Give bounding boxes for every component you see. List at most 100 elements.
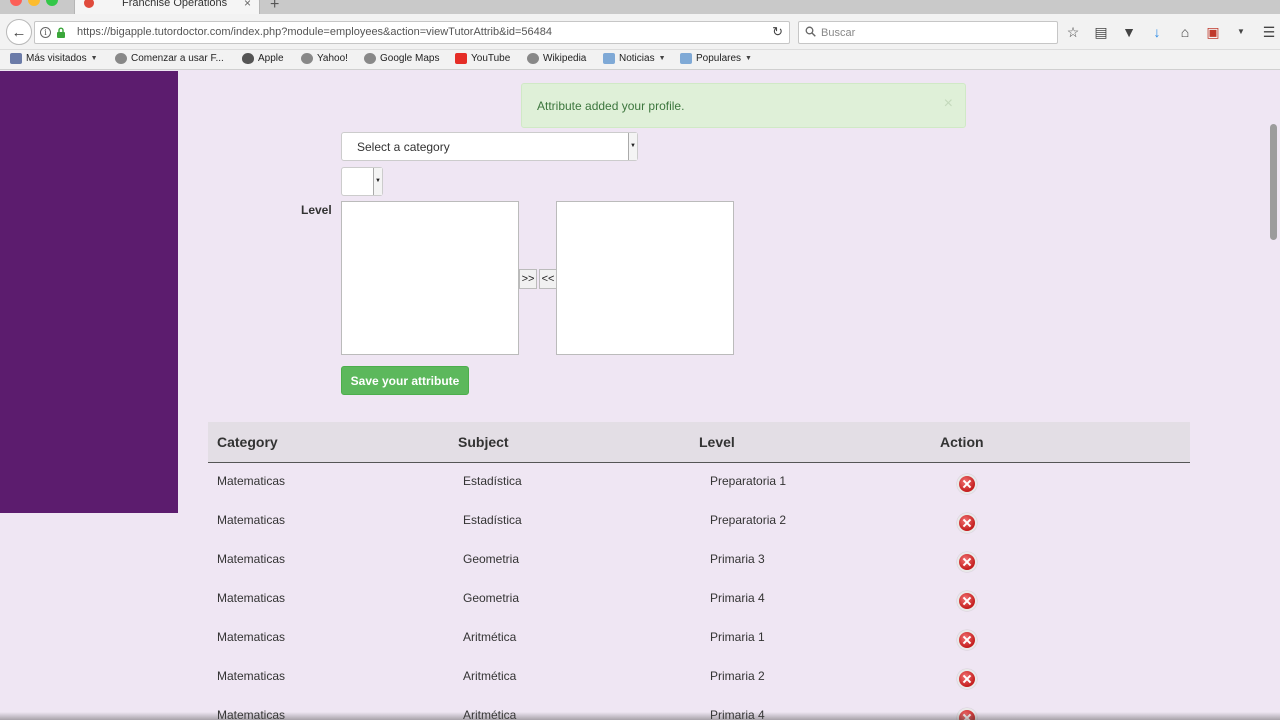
cell-level: Preparatoria 2 bbox=[710, 513, 787, 527]
search-bar[interactable] bbox=[798, 21, 1058, 44]
cell-level: Primaria 3 bbox=[710, 552, 765, 566]
browser-tab[interactable]: Franchise Operations × bbox=[74, 0, 260, 14]
alert-message: Attribute added your profile. bbox=[537, 99, 685, 113]
bookmark-yahoo[interactable]: Yahoo! bbox=[301, 53, 348, 64]
cell-subject: Aritmética bbox=[463, 669, 517, 683]
table-header: Category Subject Level Action bbox=[208, 422, 1190, 463]
tab-bar: Franchise Operations × + bbox=[0, 0, 1280, 14]
tab-title: Franchise Operations bbox=[122, 0, 228, 9]
column-header-action: Action bbox=[940, 434, 984, 450]
globe-icon bbox=[364, 53, 376, 64]
available-levels-listbox[interactable] bbox=[341, 201, 519, 355]
chevron-down-icon: ▼ bbox=[658, 55, 666, 62]
globe-icon bbox=[115, 53, 127, 64]
bookmark-mas-visitados[interactable]: Más visitados ▼ bbox=[10, 53, 98, 64]
table-row: Matematicas Geometria Primaria 3 bbox=[208, 541, 1190, 580]
close-icon[interactable]: × bbox=[944, 95, 953, 113]
delete-icon[interactable] bbox=[957, 630, 977, 650]
table-row: Matematicas Aritmética Primaria 2 bbox=[208, 658, 1190, 697]
success-alert: Attribute added your profile. × bbox=[521, 83, 966, 128]
window-maximize-button[interactable] bbox=[46, 0, 58, 6]
cell-subject: Aritmética bbox=[463, 630, 517, 644]
back-button[interactable]: ← bbox=[6, 19, 32, 45]
delete-icon[interactable] bbox=[957, 591, 977, 611]
window-minimize-button[interactable] bbox=[28, 0, 40, 6]
search-icon bbox=[805, 26, 816, 37]
reload-icon[interactable]: ↻ bbox=[772, 24, 783, 40]
youtube-icon bbox=[455, 53, 467, 64]
extension-dropdown-icon[interactable]: ▼ bbox=[1232, 23, 1250, 41]
chevron-down-icon: ▼ bbox=[745, 55, 752, 62]
sidebar bbox=[0, 71, 178, 513]
bookmark-comenzar[interactable]: Comenzar a usar F... bbox=[115, 53, 224, 64]
new-tab-button[interactable]: + bbox=[270, 0, 279, 14]
cell-subject: Estadística bbox=[463, 513, 522, 527]
back-arrow-icon: ← bbox=[11, 23, 27, 41]
globe-icon bbox=[527, 53, 539, 64]
bookmark-star-icon[interactable]: ☆ bbox=[1064, 23, 1082, 41]
add-level-button[interactable]: >> bbox=[519, 269, 537, 289]
level-label: Level bbox=[301, 203, 332, 217]
column-header-category: Category bbox=[217, 434, 278, 450]
table-row: Matematicas Estadística Preparatoria 2 bbox=[208, 502, 1190, 541]
pocket-icon[interactable]: ▼ bbox=[1120, 23, 1138, 41]
apple-icon bbox=[242, 53, 254, 64]
chevron-down-icon: ▼ bbox=[373, 168, 382, 195]
bookmark-google-maps[interactable]: Google Maps bbox=[364, 53, 439, 64]
cell-subject: Geometria bbox=[463, 591, 520, 605]
cell-category: Matematicas bbox=[217, 630, 286, 644]
window-bottom-edge bbox=[0, 712, 1280, 720]
bookmark-youtube[interactable]: YouTube bbox=[455, 53, 510, 64]
address-bar[interactable]: i https://bigapple.tutordoctor.com/index… bbox=[34, 21, 790, 44]
delete-icon[interactable] bbox=[957, 474, 977, 494]
chevron-down-icon: ▼ bbox=[90, 55, 98, 62]
extension-icon[interactable]: ▣ bbox=[1204, 23, 1222, 41]
folder-icon bbox=[680, 53, 692, 64]
cell-level: Primaria 4 bbox=[710, 591, 765, 605]
close-tab-icon[interactable]: × bbox=[244, 0, 251, 10]
save-attribute-button[interactable]: Save your attribute bbox=[341, 366, 469, 395]
column-header-subject: Subject bbox=[458, 434, 509, 450]
selected-levels-listbox[interactable] bbox=[556, 201, 734, 355]
reading-list-icon[interactable]: ▤ bbox=[1092, 23, 1110, 41]
bookmark-populares[interactable]: Populares ▼ bbox=[680, 53, 752, 64]
cell-category: Matematicas bbox=[217, 669, 286, 683]
table-row: Matematicas Geometria Primaria 4 bbox=[208, 580, 1190, 619]
cell-subject: Estadística bbox=[463, 474, 522, 488]
cell-level: Primaria 2 bbox=[710, 669, 765, 683]
bookmark-wikipedia[interactable]: Wikipedia bbox=[527, 53, 586, 64]
cell-level: Primaria 1 bbox=[710, 630, 765, 644]
delete-icon[interactable] bbox=[957, 552, 977, 572]
lock-icon bbox=[57, 27, 65, 38]
favicon-icon bbox=[84, 0, 94, 8]
cell-category: Matematicas bbox=[217, 474, 286, 488]
download-icon[interactable]: ↓ bbox=[1148, 23, 1166, 41]
home-icon[interactable]: ⌂ bbox=[1176, 23, 1194, 41]
remove-level-button[interactable]: << bbox=[539, 269, 557, 289]
category-select-value: Select a category bbox=[357, 140, 450, 154]
subject-select[interactable]: ▼ bbox=[341, 167, 383, 196]
bookmark-apple[interactable]: Apple bbox=[242, 53, 284, 64]
chevron-down-icon: ▼ bbox=[628, 133, 637, 160]
category-select[interactable]: Select a category ▼ bbox=[341, 132, 638, 161]
bookmark-noticias[interactable]: Noticias ▼ bbox=[603, 53, 666, 64]
column-header-level: Level bbox=[699, 434, 735, 450]
globe-icon bbox=[301, 53, 313, 64]
menu-icon[interactable]: ☰ bbox=[1260, 23, 1278, 41]
cell-level: Preparatoria 1 bbox=[710, 474, 787, 488]
window-close-button[interactable] bbox=[10, 0, 22, 6]
cell-category: Matematicas bbox=[217, 552, 286, 566]
delete-icon[interactable] bbox=[957, 669, 977, 689]
navigation-toolbar: ← i https://bigapple.tutordoctor.com/ind… bbox=[0, 14, 1280, 50]
folder-icon bbox=[603, 53, 615, 64]
search-input[interactable] bbox=[821, 24, 1051, 41]
info-icon[interactable]: i bbox=[40, 27, 51, 38]
bookmarks-bar: Más visitados ▼ Comenzar a usar F... Appl… bbox=[0, 50, 1280, 70]
table-row: Matematicas Aritmética Primaria 1 bbox=[208, 619, 1190, 658]
delete-icon[interactable] bbox=[957, 513, 977, 533]
cell-category: Matematicas bbox=[217, 591, 286, 605]
table-row: Matematicas Estadística Preparatoria 1 bbox=[208, 463, 1190, 502]
cell-subject: Geometria bbox=[463, 552, 520, 566]
vertical-scrollbar[interactable] bbox=[1270, 124, 1277, 240]
url-text[interactable]: https://bigapple.tutordoctor.com/index.p… bbox=[77, 26, 552, 38]
